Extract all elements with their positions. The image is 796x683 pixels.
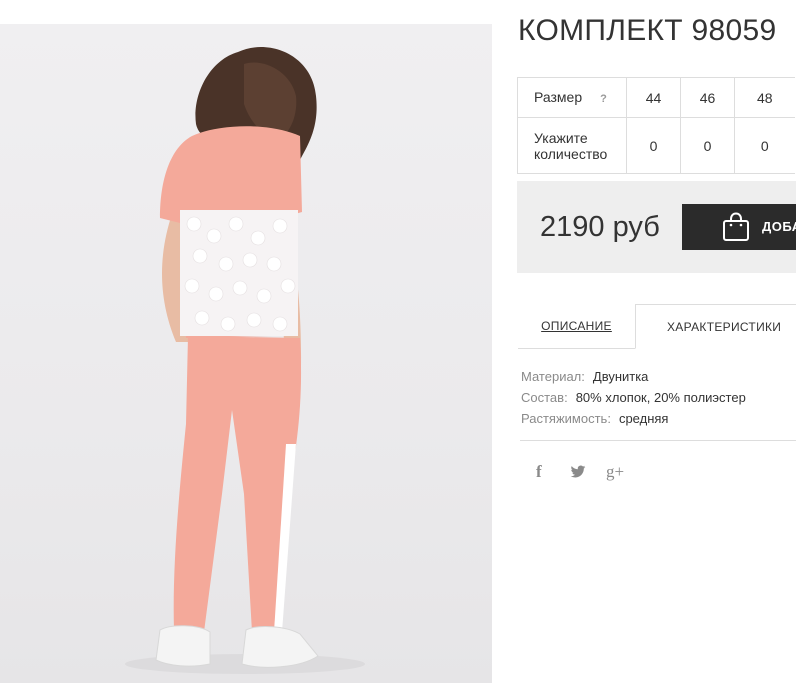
tab-characteristics[interactable]: ХАРАКТЕРИСТИКИ xyxy=(635,304,796,349)
size-label-cell: Размер? xyxy=(517,77,627,118)
size-quantity-table: Размер? 44 46 48 Укажите количество 0 0 … xyxy=(517,77,795,174)
product-tabs: ОПИСАНИЕ ХАРАКТЕРИСТИКИ xyxy=(518,304,796,349)
quantity-label-line1: Укажите xyxy=(534,129,588,146)
model-illustration xyxy=(125,47,365,674)
size-option-44: 44 xyxy=(626,77,681,118)
spec-row-stretch: Растяжимость: средняя xyxy=(521,408,746,429)
tab-description[interactable]: ОПИСАНИЕ xyxy=(518,304,635,349)
add-to-cart-button[interactable]: ДОБА xyxy=(682,204,796,250)
spec-key: Материал: xyxy=(521,369,585,384)
quantity-input-48[interactable]: 0 xyxy=(734,117,795,174)
section-divider xyxy=(520,440,796,441)
shopping-bag-icon xyxy=(722,212,750,245)
quantity-label-line2: количество xyxy=(534,145,608,162)
size-option-46: 46 xyxy=(680,77,735,118)
spec-row-material: Материал: Двунитка xyxy=(521,366,746,387)
facebook-icon[interactable]: f xyxy=(536,462,542,482)
spec-value: 80% хлопок, 20% полиэстер xyxy=(575,390,746,405)
price-panel: 2190 руб ДОБА xyxy=(517,181,796,273)
spec-key: Растяжимость: xyxy=(521,411,611,426)
quantity-input-46[interactable]: 0 xyxy=(680,117,735,174)
quantity-input-44[interactable]: 0 xyxy=(626,117,681,174)
product-title: КОМПЛЕКТ 98059 xyxy=(518,14,777,47)
product-photo[interactable] xyxy=(0,24,492,683)
add-to-cart-label: ДОБА xyxy=(762,219,796,234)
price-value: 2190 руб xyxy=(540,211,660,243)
size-option-48: 48 xyxy=(734,77,795,118)
spec-row-composition: Состав: 80% хлопок, 20% полиэстер xyxy=(521,387,746,408)
quantity-label-cell: Укажите количество xyxy=(517,117,627,174)
googleplus-icon[interactable]: g+ xyxy=(606,462,624,482)
characteristics-list: Материал: Двунитка Состав: 80% хлопок, 20%… xyxy=(521,366,746,429)
twitter-icon[interactable] xyxy=(570,465,586,484)
size-label: Размер xyxy=(534,88,583,105)
spec-key: Состав: xyxy=(521,390,568,405)
spec-value: Двунитка xyxy=(592,369,649,384)
size-help-icon[interactable]: ? xyxy=(600,91,607,107)
size-row: Размер? 44 46 48 xyxy=(517,77,795,118)
quantity-row: Укажите количество 0 0 0 xyxy=(517,117,795,174)
spec-value: средняя xyxy=(618,411,669,426)
